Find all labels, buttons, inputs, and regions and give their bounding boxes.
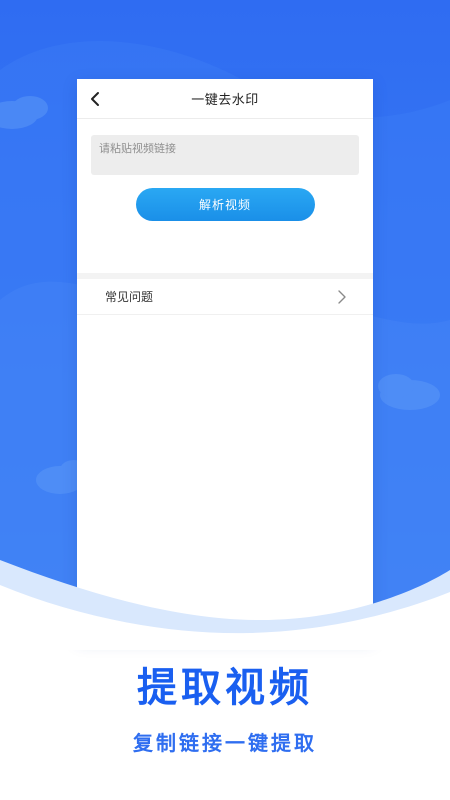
nav-bar: 一键去水印 (77, 79, 373, 119)
chevron-left-icon (91, 92, 99, 106)
chevron-right-icon (337, 289, 349, 305)
back-button[interactable] (83, 87, 107, 111)
promo-subline: 复制链接一键提取 (133, 731, 317, 755)
wave-decoration (0, 560, 450, 650)
screen: 一键去水印 解析视频 常见问题 提取视频 复制链接一键提取 (0, 0, 450, 800)
page-title: 一键去水印 (191, 93, 259, 108)
video-link-input[interactable] (91, 135, 359, 175)
faq-label: 常见问题 (105, 290, 154, 304)
faq-row[interactable]: 常见问题 (77, 279, 373, 315)
parse-video-button[interactable]: 解析视频 (135, 188, 315, 221)
promo-headline: 提取视频 (137, 665, 313, 711)
link-form: 解析视频 (77, 119, 373, 273)
